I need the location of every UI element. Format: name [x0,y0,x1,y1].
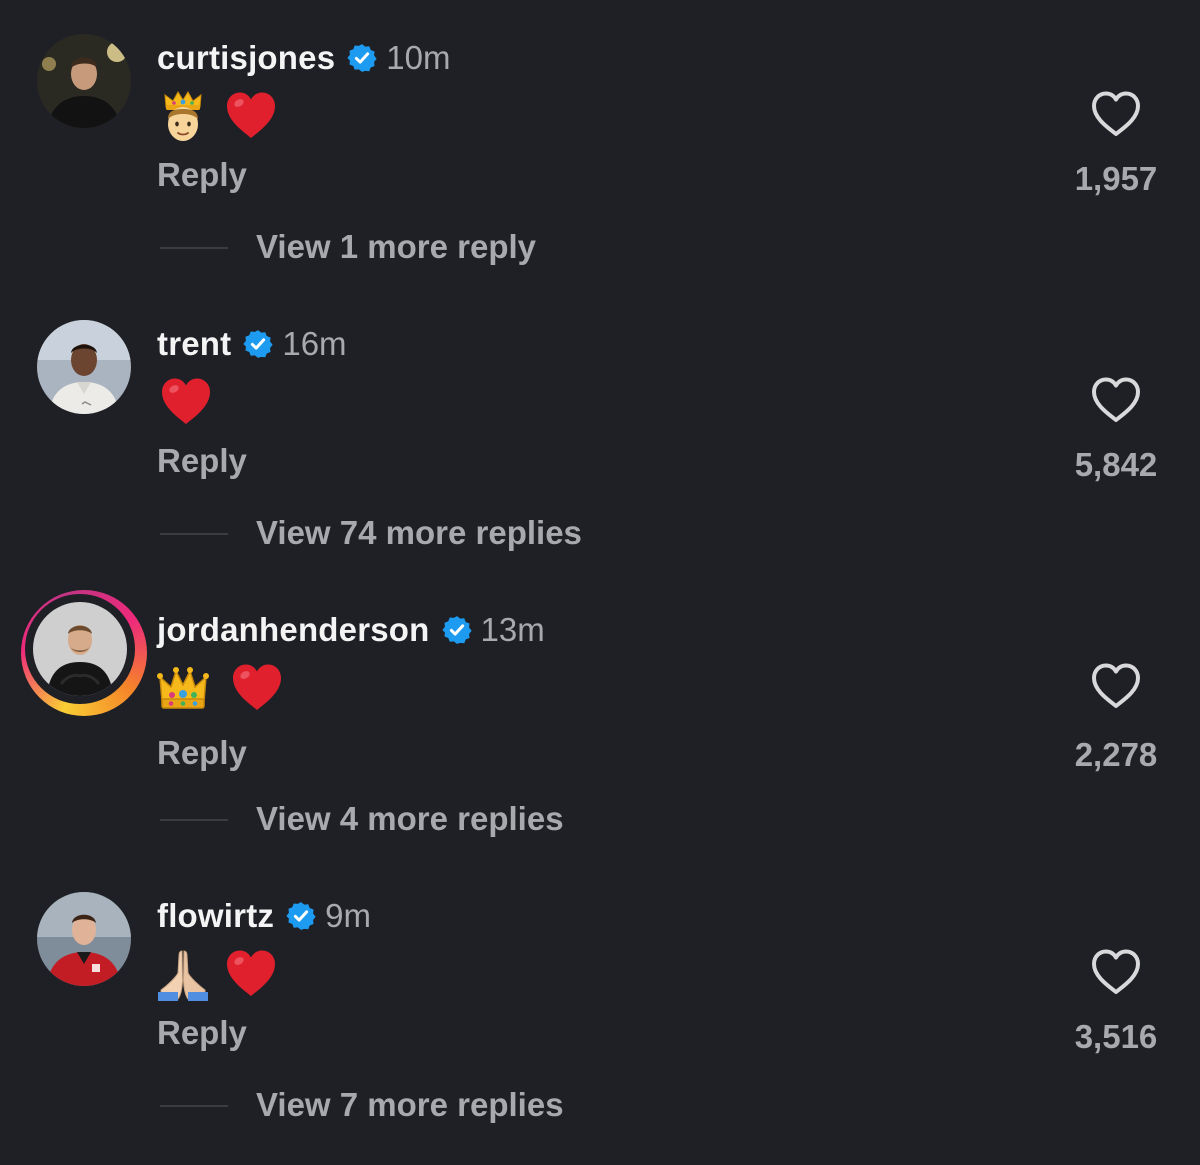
view-replies-button[interactable]: View 74 more replies [256,514,582,552]
replies-divider [160,1105,228,1107]
red-heart-emoji-icon [230,661,284,715]
reply-button[interactable]: Reply [157,734,247,772]
comment-header: curtisjones 10m [157,36,450,80]
comment-item: flowirtz 9m Reply 3,516 View 7 more repl… [0,858,1200,1144]
verified-badge-icon [347,43,377,73]
comment-time: 16m [282,325,347,362]
like-count: 1,957 [1074,160,1158,197]
comment-header: trent 16m [157,322,347,366]
comment-time: 13m [480,611,545,648]
like-count: 3,516 [1074,1018,1158,1055]
prince-emoji-icon [156,89,210,143]
red-heart-emoji-icon [159,375,213,429]
comment-item: curtisjones 10m Reply 1,957 View 1 more … [0,0,1200,286]
verified-badge-icon [442,615,472,645]
comment-item: trent 16m Reply 5,842 View 74 more repli… [0,286,1200,572]
comment-header: flowirtz 9m [157,894,371,938]
avatar-image [33,602,127,696]
crown-emoji-icon [156,661,210,715]
reply-button[interactable]: Reply [157,442,247,480]
comment-time: 10m [386,39,451,76]
view-replies-button[interactable]: View 7 more replies [256,1086,564,1124]
story-ring[interactable] [21,590,147,716]
red-heart-emoji-icon [224,89,278,143]
heart-outline-icon[interactable] [1090,662,1142,710]
avatar[interactable] [21,590,147,716]
username[interactable]: trent [157,325,231,363]
comment-item: jordanhenderson 13m Reply 2,278 View 4 m… [0,572,1200,858]
replies-divider [160,247,228,249]
folded-hands-emoji-icon [156,947,210,1001]
avatar-image [37,34,131,128]
username[interactable]: curtisjones [157,39,335,77]
verified-badge-icon [286,901,316,931]
avatar[interactable] [37,320,131,414]
username[interactable]: flowirtz [157,897,274,935]
comment-body [156,88,278,144]
like-count: 5,842 [1074,446,1158,483]
avatar-image [37,320,131,414]
verified-badge-icon [243,329,273,359]
username[interactable]: jordanhenderson [157,611,430,649]
reply-button[interactable]: Reply [157,1014,247,1052]
reply-button[interactable]: Reply [157,156,247,194]
comment-body [156,946,278,1002]
avatar[interactable] [37,34,131,128]
heart-outline-icon[interactable] [1090,376,1142,424]
view-replies-button[interactable]: View 4 more replies [256,800,564,838]
replies-divider [160,819,228,821]
replies-divider [160,533,228,535]
comment-body [156,374,213,430]
red-heart-emoji-icon [224,947,278,1001]
heart-outline-icon[interactable] [1090,948,1142,996]
comment-body [156,660,284,716]
avatar[interactable] [37,892,131,986]
comment-header: jordanhenderson 13m [157,608,545,652]
heart-outline-icon[interactable] [1090,90,1142,138]
comment-time: 9m [325,897,371,934]
avatar-image [37,892,131,986]
view-replies-button[interactable]: View 1 more reply [256,228,536,266]
like-count: 2,278 [1074,736,1158,773]
